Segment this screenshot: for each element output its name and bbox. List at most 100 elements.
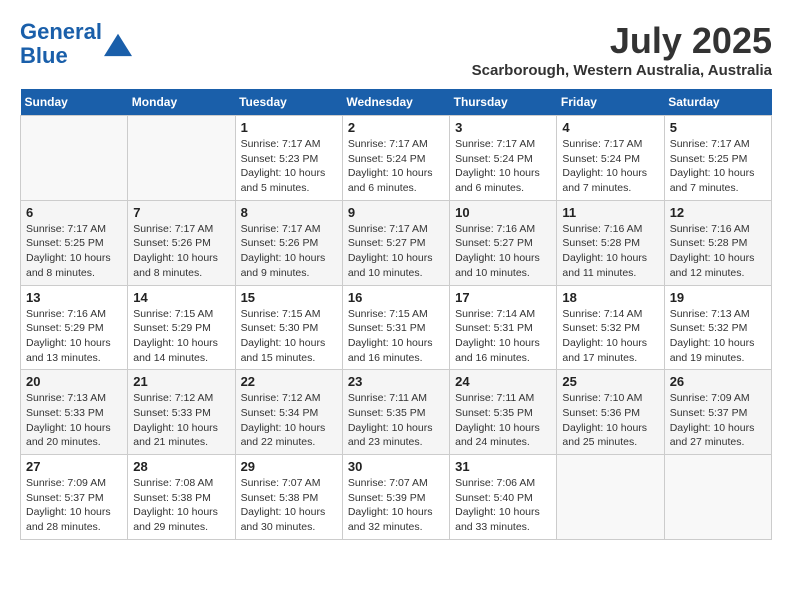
logo: General Blue — [20, 20, 132, 68]
day-info: Sunrise: 7:07 AMSunset: 5:39 PMDaylight:… — [348, 476, 444, 535]
calendar-cell: 28 Sunrise: 7:08 AMSunset: 5:38 PMDayligh… — [128, 455, 235, 540]
day-info: Sunrise: 7:08 AMSunset: 5:38 PMDaylight:… — [133, 476, 229, 535]
day-number: 26 — [670, 374, 766, 389]
day-info: Sunrise: 7:11 AMSunset: 5:35 PMDaylight:… — [455, 391, 551, 450]
day-info: Sunrise: 7:17 AMSunset: 5:26 PMDaylight:… — [241, 222, 337, 281]
calendar-cell: 2 Sunrise: 7:17 AMSunset: 5:24 PMDaylight… — [342, 116, 449, 201]
day-number: 17 — [455, 290, 551, 305]
logo-text: General Blue — [20, 20, 102, 68]
day-info: Sunrise: 7:16 AMSunset: 5:28 PMDaylight:… — [670, 222, 766, 281]
logo-blue: Blue — [20, 43, 68, 68]
day-info: Sunrise: 7:13 AMSunset: 5:33 PMDaylight:… — [26, 391, 122, 450]
day-info: Sunrise: 7:12 AMSunset: 5:33 PMDaylight:… — [133, 391, 229, 450]
day-number: 25 — [562, 374, 658, 389]
day-number: 30 — [348, 459, 444, 474]
day-number: 12 — [670, 205, 766, 220]
day-number: 7 — [133, 205, 229, 220]
day-number: 18 — [562, 290, 658, 305]
calendar-cell: 20 Sunrise: 7:13 AMSunset: 5:33 PMDayligh… — [21, 370, 128, 455]
day-number: 16 — [348, 290, 444, 305]
day-info: Sunrise: 7:14 AMSunset: 5:32 PMDaylight:… — [562, 307, 658, 366]
week-row-3: 13Sunrise: 7:16 AMSunset: 5:29 PMDayligh… — [21, 285, 772, 370]
calendar-cell: 1 Sunrise: 7:17 AMSunset: 5:23 PMDaylight… — [235, 116, 342, 201]
weekday-header-tuesday: Tuesday — [235, 89, 342, 116]
day-number: 31 — [455, 459, 551, 474]
calendar-cell: 21 Sunrise: 7:12 AMSunset: 5:33 PMDayligh… — [128, 370, 235, 455]
calendar-cell: 15Sunrise: 7:15 AMSunset: 5:30 PMDayligh… — [235, 285, 342, 370]
day-info: Sunrise: 7:16 AMSunset: 5:29 PMDaylight:… — [26, 307, 122, 366]
day-number: 20 — [26, 374, 122, 389]
calendar-cell — [128, 116, 235, 201]
day-info: Sunrise: 7:15 AMSunset: 5:31 PMDaylight:… — [348, 307, 444, 366]
day-number: 2 — [348, 120, 444, 135]
week-row-1: 1 Sunrise: 7:17 AMSunset: 5:23 PMDaylight… — [21, 116, 772, 201]
calendar-cell: 7 Sunrise: 7:17 AMSunset: 5:26 PMDaylight… — [128, 200, 235, 285]
calendar-table: SundayMondayTuesdayWednesdayThursdayFrid… — [20, 89, 772, 540]
calendar-cell: 14 Sunrise: 7:15 AMSunset: 5:29 PMDayligh… — [128, 285, 235, 370]
day-info: Sunrise: 7:17 AMSunset: 5:25 PMDaylight:… — [26, 222, 122, 281]
calendar-cell: 13Sunrise: 7:16 AMSunset: 5:29 PMDayligh… — [21, 285, 128, 370]
day-info: Sunrise: 7:15 AMSunset: 5:29 PMDaylight:… — [133, 307, 229, 366]
weekday-header-sunday: Sunday — [21, 89, 128, 116]
day-number: 28 — [133, 459, 229, 474]
calendar-cell: 3 Sunrise: 7:17 AMSunset: 5:24 PMDaylight… — [450, 116, 557, 201]
week-row-2: 6Sunrise: 7:17 AMSunset: 5:25 PMDaylight… — [21, 200, 772, 285]
week-row-4: 20 Sunrise: 7:13 AMSunset: 5:33 PMDayligh… — [21, 370, 772, 455]
day-info: Sunrise: 7:17 AMSunset: 5:23 PMDaylight:… — [241, 137, 337, 196]
day-info: Sunrise: 7:09 AMSunset: 5:37 PMDaylight:… — [670, 391, 766, 450]
day-info: Sunrise: 7:12 AMSunset: 5:34 PMDaylight:… — [241, 391, 337, 450]
calendar-cell: 9Sunrise: 7:17 AMSunset: 5:27 PMDaylight… — [342, 200, 449, 285]
calendar-cell — [557, 455, 664, 540]
day-info: Sunrise: 7:17 AMSunset: 5:24 PMDaylight:… — [348, 137, 444, 196]
calendar-cell: 24Sunrise: 7:11 AMSunset: 5:35 PMDayligh… — [450, 370, 557, 455]
logo-general: General — [20, 19, 102, 44]
calendar-cell: 12 Sunrise: 7:16 AMSunset: 5:28 PMDayligh… — [664, 200, 771, 285]
day-info: Sunrise: 7:14 AMSunset: 5:31 PMDaylight:… — [455, 307, 551, 366]
day-number: 23 — [348, 374, 444, 389]
calendar-cell: 4Sunrise: 7:17 AMSunset: 5:24 PMDaylight… — [557, 116, 664, 201]
day-number: 3 — [455, 120, 551, 135]
day-info: Sunrise: 7:17 AMSunset: 5:24 PMDaylight:… — [455, 137, 551, 196]
month-title: July 2025 — [472, 20, 772, 62]
location-title: Scarborough, Western Australia, Australi… — [472, 62, 772, 79]
day-info: Sunrise: 7:15 AMSunset: 5:30 PMDaylight:… — [241, 307, 337, 366]
calendar-cell: 19Sunrise: 7:13 AMSunset: 5:32 PMDayligh… — [664, 285, 771, 370]
weekday-header-saturday: Saturday — [664, 89, 771, 116]
day-info: Sunrise: 7:17 AMSunset: 5:26 PMDaylight:… — [133, 222, 229, 281]
logo-icon — [104, 30, 132, 58]
calendar-cell — [664, 455, 771, 540]
calendar-cell: 17 Sunrise: 7:14 AMSunset: 5:31 PMDayligh… — [450, 285, 557, 370]
calendar-cell: 25 Sunrise: 7:10 AMSunset: 5:36 PMDayligh… — [557, 370, 664, 455]
calendar-cell — [21, 116, 128, 201]
day-number: 29 — [241, 459, 337, 474]
day-info: Sunrise: 7:11 AMSunset: 5:35 PMDaylight:… — [348, 391, 444, 450]
day-number: 9 — [348, 205, 444, 220]
day-info: Sunrise: 7:17 AMSunset: 5:25 PMDaylight:… — [670, 137, 766, 196]
day-number: 5 — [670, 120, 766, 135]
day-number: 22 — [241, 374, 337, 389]
calendar-cell: 22 Sunrise: 7:12 AMSunset: 5:34 PMDayligh… — [235, 370, 342, 455]
day-number: 10 — [455, 205, 551, 220]
calendar-cell: 30 Sunrise: 7:07 AMSunset: 5:39 PMDayligh… — [342, 455, 449, 540]
calendar-cell: 27Sunrise: 7:09 AMSunset: 5:37 PMDayligh… — [21, 455, 128, 540]
calendar-cell: 18 Sunrise: 7:14 AMSunset: 5:32 PMDayligh… — [557, 285, 664, 370]
calendar-cell: 31Sunrise: 7:06 AMSunset: 5:40 PMDayligh… — [450, 455, 557, 540]
calendar-cell: 16 Sunrise: 7:15 AMSunset: 5:31 PMDayligh… — [342, 285, 449, 370]
day-info: Sunrise: 7:17 AMSunset: 5:24 PMDaylight:… — [562, 137, 658, 196]
calendar-cell: 11Sunrise: 7:16 AMSunset: 5:28 PMDayligh… — [557, 200, 664, 285]
calendar-cell: 29 Sunrise: 7:07 AMSunset: 5:38 PMDayligh… — [235, 455, 342, 540]
day-number: 21 — [133, 374, 229, 389]
calendar-cell: 10 Sunrise: 7:16 AMSunset: 5:27 PMDayligh… — [450, 200, 557, 285]
weekday-header-row: SundayMondayTuesdayWednesdayThursdayFrid… — [21, 89, 772, 116]
page-header: General Blue July 2025 Scarborough, West… — [20, 20, 772, 79]
day-info: Sunrise: 7:07 AMSunset: 5:38 PMDaylight:… — [241, 476, 337, 535]
day-number: 14 — [133, 290, 229, 305]
day-info: Sunrise: 7:16 AMSunset: 5:27 PMDaylight:… — [455, 222, 551, 281]
day-info: Sunrise: 7:09 AMSunset: 5:37 PMDaylight:… — [26, 476, 122, 535]
title-block: July 2025 Scarborough, Western Australia… — [472, 20, 772, 79]
day-number: 1 — [241, 120, 337, 135]
day-info: Sunrise: 7:10 AMSunset: 5:36 PMDaylight:… — [562, 391, 658, 450]
day-info: Sunrise: 7:16 AMSunset: 5:28 PMDaylight:… — [562, 222, 658, 281]
calendar-cell: 26 Sunrise: 7:09 AMSunset: 5:37 PMDayligh… — [664, 370, 771, 455]
weekday-header-monday: Monday — [128, 89, 235, 116]
